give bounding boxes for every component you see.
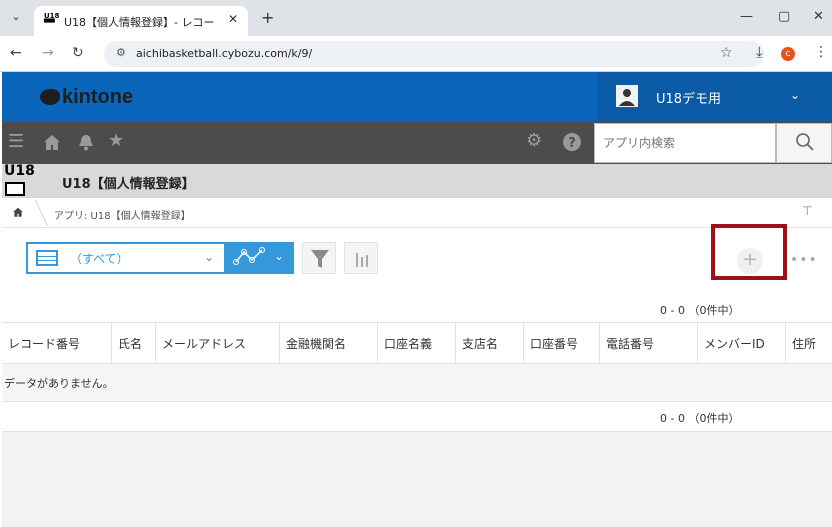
reload-icon[interactable]: ↻ [72,45,84,61]
column-header-bank-name[interactable]: 金融機関名 [280,323,378,365]
app-title-bar: U18 U18【個人情報登録】 [2,163,832,198]
settings-gear-icon[interactable]: ⚙ [526,130,542,151]
kintone-logo[interactable]: kintone [62,86,133,109]
maximize-icon[interactable]: ▢ [778,9,790,24]
column-header-record-number[interactable]: レコード番号 [2,323,112,365]
table-footer: 0 - 0 （0件中） [2,402,832,432]
bookmark-star-icon[interactable]: ☆ [720,45,733,61]
user-name: U18デモ用 [656,92,722,107]
address-bar: ← → ↻ ⚙ aichibasketball.cybozu.com/k/9/ … [0,36,832,72]
empty-table-row: データがありません。 [2,364,832,402]
filter-funnel-icon [311,250,329,268]
back-arrow-icon[interactable]: ← [10,45,22,61]
pager-bottom: 0 - 0 （0件中） [660,412,740,425]
window-close-icon[interactable]: ✕ [813,9,824,24]
kintone-header: kintone U18デモ用 ⌄ [2,72,832,122]
profile-avatar[interactable]: c [781,47,795,61]
breadcrumb-home-icon[interactable] [12,206,24,221]
empty-message: データがありません。 [4,377,114,390]
record-table-header: レコード番号 氏名 メールアドレス 金融機関名 口座名義 支店名 口座番号 電話… [2,322,832,365]
breadcrumb: アプリ: U18【個人情報登録】 ⊤ [2,198,832,228]
app-search-box [594,123,776,163]
column-header-address[interactable]: 住所 [786,323,832,365]
search-button[interactable] [776,123,832,163]
tab-close-icon[interactable]: ✕ [228,12,238,26]
breadcrumb-app[interactable]: アプリ: U18【個人情報登録】 [54,207,191,222]
svg-text:?: ? [568,136,576,151]
browser-menu-icon[interactable]: ⋮ [814,44,828,60]
column-header-member-id[interactable]: メンバーID [698,323,786,365]
help-icon[interactable]: ? [562,132,582,157]
column-header-branch-name[interactable]: 支店名 [456,323,524,365]
pager-top: 0 - 0 （0件中） [660,304,740,317]
app-title[interactable]: U18【個人情報登録】 [62,173,195,192]
view-selector[interactable]: （すべて） ⌄ [26,242,226,274]
app-search-input[interactable] [595,124,765,162]
tab-title: U18【個人情報登録】- レコードの一 [64,16,214,29]
page-bottom-area [2,432,832,527]
favorites-star-icon[interactable]: ★ [108,130,124,151]
minimize-icon[interactable]: — [740,9,753,24]
column-header-email[interactable]: メールアドレス [156,323,280,365]
id-card-icon [5,182,25,196]
line-graph-icon [232,246,268,272]
app-icon: U18 [2,163,35,198]
table-view-icon [36,250,58,266]
column-header-name[interactable]: 氏名 [112,323,156,365]
graph-button[interactable]: ⌄ [226,242,294,274]
browser-tab-bar: ⌄ U18▀▀ U18【個人情報登録】- レコードの一 ✕ + — ▢ ✕ [0,0,832,36]
kintone-logo-icon [40,89,60,105]
url-field[interactable]: ⚙ aichibasketball.cybozu.com/k/9/ [104,41,764,67]
kintone-toolbar: ☰ ★ ⚙ ? [2,122,832,164]
url-text: aichibasketball.cybozu.com/k/9/ [136,47,313,60]
app-icon-label: U18 [4,163,35,179]
chevron-down-icon: ⌄ [790,88,801,102]
search-icon [795,132,815,157]
site-settings-icon[interactable]: ⚙ [116,46,126,59]
column-header-phone[interactable]: 電話番号 [600,323,698,365]
browser-tab[interactable]: U18▀▀ U18【個人情報登録】- レコードの一 ✕ [34,6,248,36]
graph-view-button[interactable] [344,242,378,274]
filter-button[interactable] [302,242,336,274]
add-record-button[interactable]: + [737,248,763,274]
more-options-icon[interactable]: ••• [790,252,818,268]
tab-search-chevron-icon[interactable]: ⌄ [8,9,24,25]
home-icon[interactable] [42,132,62,157]
hamburger-menu-icon[interactable]: ☰ [8,131,24,152]
forward-arrow-icon[interactable]: → [42,45,54,61]
column-header-account-holder[interactable]: 口座名義 [378,323,456,365]
chevron-down-icon: ⌄ [274,249,285,263]
view-selected-label: （すべて） [70,252,129,266]
breadcrumb-separator [23,200,49,226]
bar-chart-icon [356,253,368,267]
pin-icon[interactable]: ⊤ [802,204,812,218]
chevron-down-icon: ⌄ [204,250,215,264]
download-icon[interactable]: ⤓ [756,43,763,61]
column-header-account-number[interactable]: 口座番号 [524,323,600,365]
user-avatar-icon [616,85,638,107]
new-tab-icon[interactable]: + [261,8,274,27]
tab-favicon-icon: U18 ▀▀ [44,12,60,27]
user-menu[interactable]: U18デモ用 ⌄ [598,72,832,122]
notification-bell-icon[interactable] [76,132,96,157]
